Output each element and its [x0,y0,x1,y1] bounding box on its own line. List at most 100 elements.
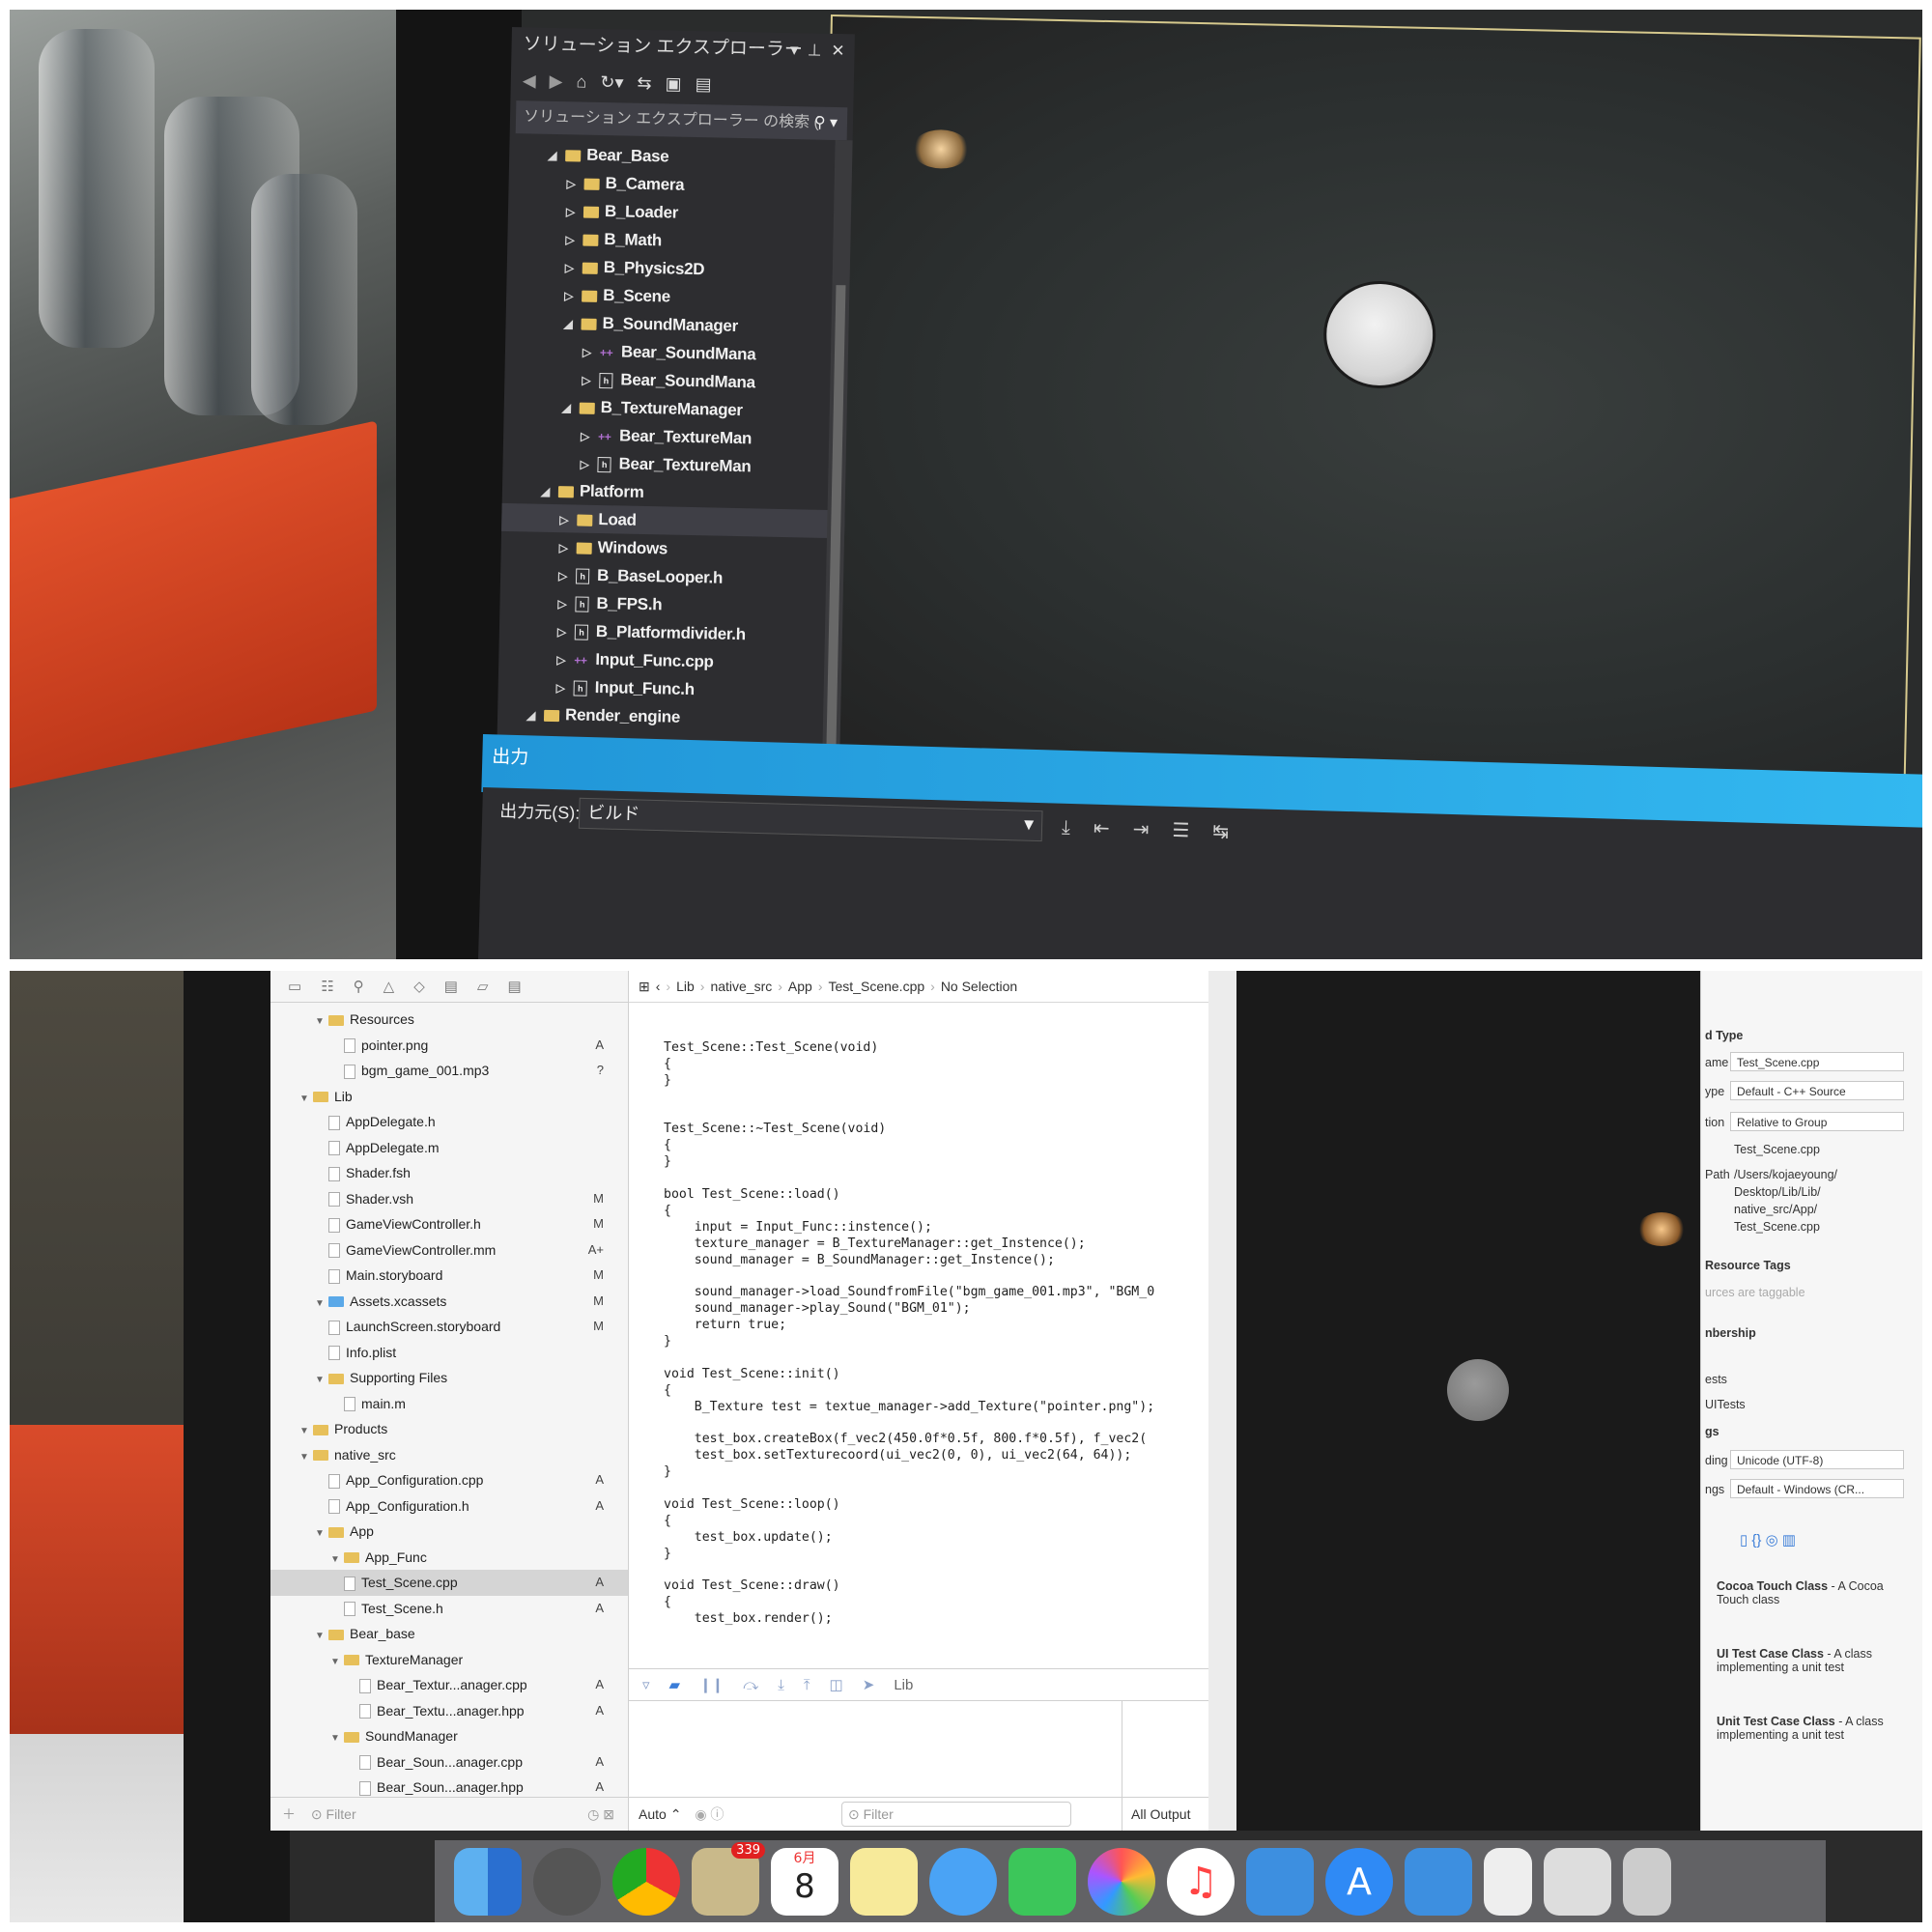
navigator-item[interactable]: Bear_Textu...anager.hpp A [270,1698,628,1724]
solution-search-input[interactable]: ソリューション エクスプローラー の検索 ( ⚲ ▾ [515,100,848,141]
app-store-icon[interactable]: A [1325,1847,1393,1916]
collapsed-arrow-icon[interactable]: ▷ [564,282,582,310]
collapsed-arrow-icon[interactable]: ▷ [565,226,583,254]
collapsed-arrow-icon[interactable]: ▷ [581,423,599,451]
previous-message-icon[interactable]: ⇤ [1094,816,1110,839]
expanded-arrow-icon[interactable]: ◢ [548,142,566,170]
navigator-item[interactable]: ▼ App_Func [270,1545,628,1571]
expanded-arrow-icon[interactable]: ◢ [563,310,582,338]
collapsed-arrow-icon[interactable]: ▷ [559,506,578,534]
launchpad-icon[interactable] [533,1847,601,1916]
search-icon[interactable]: ⚲ [354,978,364,995]
navigator-item[interactable]: App_Configuration.cpp A [270,1467,628,1493]
collapsed-arrow-icon[interactable]: ▷ [566,170,584,198]
add-icon[interactable]: ＋ [282,1806,296,1822]
facetime-icon[interactable] [1009,1847,1076,1916]
properties-icon[interactable]: ▤ [695,73,711,94]
navigator-item[interactable]: Test_Scene.cpp A [270,1570,628,1596]
name-field[interactable]: Test_Scene.cpp [1730,1052,1904,1071]
line-endings-select[interactable]: Default - Windows (CR... [1730,1479,1904,1498]
pin-icon[interactable]: ⊥ [807,33,822,68]
breadcrumb-item[interactable]: Lib [676,979,695,994]
navigator-item[interactable]: LaunchScreen.storyboard M [270,1314,628,1340]
resource-tags-field[interactable]: urces are taggable [1705,1286,1805,1299]
type-select[interactable]: Default - C++ Source [1730,1081,1904,1100]
navigator-item[interactable]: ▼ Bear_base [270,1621,628,1647]
collapsed-arrow-icon[interactable]: ▷ [556,646,575,674]
navigator-item[interactable]: ▼ Lib [270,1084,628,1110]
pause-icon[interactable]: ❙❙ [699,1676,724,1693]
navigator-item[interactable]: Info.plist [270,1340,628,1366]
downloads-stack-icon[interactable] [1544,1847,1611,1916]
navigator-item[interactable]: Main.storyboard M [270,1263,628,1289]
filter-input[interactable]: ⊙ Filter [311,1806,356,1822]
next-message-icon[interactable]: ⇥ [1132,817,1149,840]
warning-icon[interactable]: △ [384,978,395,995]
library-item[interactable]: Unit Test Case Class - A class implementi… [1717,1715,1884,1742]
collapsed-arrow-icon[interactable]: ▷ [558,534,577,562]
collapsed-arrow-icon[interactable]: ▷ [558,562,577,590]
variables-mode-select[interactable]: Auto ⌃ [639,1806,681,1822]
navigator-item[interactable]: ▼ Products [270,1416,628,1442]
sync-icon[interactable]: ⇆ [637,72,652,93]
history-icon[interactable]: ↻▾ [600,71,624,93]
forward-icon[interactable]: ▶ [549,71,562,91]
simulator-icon[interactable] [1405,1847,1472,1916]
find-message-icon[interactable]: ⤓ [1062,815,1071,838]
clear-all-icon[interactable]: ☰ [1172,818,1190,841]
navigator-item[interactable]: AppDelegate.h [270,1109,628,1135]
collapse-all-icon[interactable]: ▣ [665,73,681,94]
navigator-item[interactable]: ▼ Resources [270,1007,628,1033]
navigator-item[interactable]: pointer.png A [270,1033,628,1059]
expanded-arrow-icon[interactable]: ◢ [541,478,559,506]
notes-icon[interactable] [850,1847,918,1916]
collapsed-arrow-icon[interactable]: ▷ [557,590,576,618]
navigator-item[interactable]: Test_Scene.h A [270,1596,628,1622]
dropdown-icon[interactable]: ▾ [790,33,799,68]
calendar-icon[interactable]: 6月 8 [771,1847,838,1916]
collapsed-arrow-icon[interactable]: ▷ [555,674,574,702]
hide-debug-icon[interactable]: ▿ [642,1676,650,1693]
folder-icon[interactable]: ▭ [288,978,301,995]
eye-icon[interactable]: ◉ ⓘ [695,1806,724,1822]
navigator-item[interactable]: ▼ App [270,1519,628,1545]
close-icon[interactable]: ✕ [831,34,845,69]
breadcrumb-item[interactable]: native_src [710,979,772,994]
view-debugger-icon[interactable]: ◫ [830,1676,843,1693]
navigator-item[interactable]: ▼ Assets.xcassets M [270,1289,628,1315]
home-icon[interactable]: ⌂ [576,71,586,92]
trash-icon[interactable] [1623,1847,1671,1916]
navigator-item[interactable]: ▼ Supporting Files [270,1365,628,1391]
navigator-item[interactable]: Shader.fsh [270,1160,628,1186]
encoding-select[interactable]: Unicode (UTF-8) [1730,1450,1904,1469]
navigator-item[interactable]: Bear_Soun...anager.cpp A [270,1749,628,1776]
test-icon[interactable]: ◇ [413,978,425,995]
library-tabs-icon[interactable]: ▯ {} ◎ ▥ [1740,1531,1796,1548]
expanded-arrow-icon[interactable]: ◢ [561,394,580,422]
navigator-item[interactable]: ▼ TextureManager [270,1647,628,1673]
finder-icon[interactable] [454,1847,522,1916]
word-wrap-icon[interactable]: ↹ [1212,819,1229,842]
itunes-icon[interactable]: ♫ [1167,1847,1235,1916]
recent-files-icon[interactable]: ◷ ⊠ [587,1798,614,1831]
back-icon[interactable]: ‹ [656,979,661,994]
collapsed-arrow-icon[interactable]: ▷ [564,254,582,282]
messages-icon[interactable] [929,1847,997,1916]
navigator-item[interactable]: GameViewController.h M [270,1211,628,1237]
tree-item[interactable]: ◢ Render_engine [497,699,841,734]
collapsed-arrow-icon[interactable]: ▷ [557,618,576,646]
step-over-icon[interactable]: ⤼ [743,1677,758,1693]
step-into-icon[interactable]: ⤓ [778,1677,784,1693]
output-source-select[interactable]: ビルド ▼ [578,797,1043,842]
breadcrumb-item[interactable]: No Selection [941,979,1017,994]
forward-icon[interactable]: › [666,979,670,994]
chrome-icon[interactable] [612,1847,680,1916]
breadcrumb-item[interactable]: Test_Scene.cpp [829,979,925,994]
navigator-item[interactable]: GameViewController.mm A+ [270,1237,628,1264]
console-filter-input[interactable]: ⊙ Filter [841,1802,1071,1827]
report-icon[interactable]: ▤ [507,978,521,995]
navigator-item[interactable]: bgm_game_001.mp3? [270,1058,628,1084]
step-out-icon[interactable]: ⤒ [804,1677,810,1693]
breakpoints-toggle-icon[interactable]: ▰ [669,1676,681,1693]
breadcrumb-item[interactable]: App [788,979,812,994]
